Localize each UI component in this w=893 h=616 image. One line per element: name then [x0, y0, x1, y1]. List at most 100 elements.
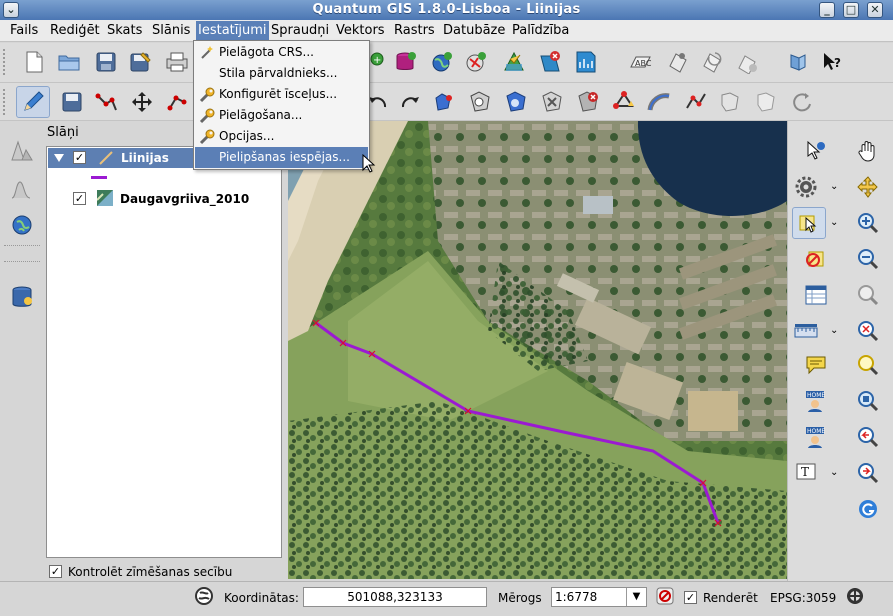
offset-curve-icon[interactable]: [646, 88, 674, 116]
zoom-native-icon[interactable]: [854, 387, 882, 415]
reshape-features-icon[interactable]: [610, 88, 638, 116]
coordinates-field[interactable]: 501088,323133: [303, 587, 487, 607]
scale-combobox[interactable]: 1:6778 ▼: [551, 587, 647, 607]
add-wfs-icon[interactable]: [462, 48, 490, 76]
merge-attributes-icon[interactable]: [752, 88, 780, 116]
zoom-in-icon[interactable]: [854, 209, 882, 237]
map-tips-icon[interactable]: [802, 351, 830, 379]
crs-label[interactable]: EPSG:3059: [770, 591, 836, 605]
menu-help[interactable]: Palīdzība: [512, 23, 569, 38]
crs-status-icon[interactable]: [843, 584, 867, 608]
magic-wand-icon: [201, 46, 213, 59]
rotate-point-symbols-icon[interactable]: [788, 88, 816, 116]
remove-layer-icon[interactable]: [536, 48, 564, 76]
identify-raster-icon[interactable]: [8, 137, 36, 165]
add-part-icon[interactable]: [502, 88, 530, 116]
attribute-table-icon[interactable]: [802, 281, 830, 309]
menu-item-style-manager[interactable]: Stila pārvaldnieks...: [195, 63, 368, 84]
toolbar-grip[interactable]: [3, 49, 7, 75]
maximize-button[interactable]: □: [843, 2, 859, 18]
select-features-icon[interactable]: [792, 207, 826, 239]
show-bookmarks-icon[interactable]: HOME: [802, 423, 830, 451]
chevron-down-icon[interactable]: ▼: [626, 588, 646, 606]
zoom-to-layer-icon[interactable]: [854, 351, 882, 379]
add-wms-icon[interactable]: [428, 48, 456, 76]
menu-vector[interactable]: Vektors: [336, 23, 385, 38]
open-project-icon[interactable]: [55, 48, 83, 76]
chevron-down-icon[interactable]: ⌄: [830, 325, 838, 336]
map-image[interactable]: [288, 121, 787, 579]
menu-item-configure-shortcuts[interactable]: Konfigurēt īsceļus...: [195, 84, 368, 105]
coordinate-toggle-icon[interactable]: [192, 584, 216, 608]
measure-line-icon[interactable]: [792, 317, 820, 345]
chevron-down-icon[interactable]: ⌄: [830, 181, 838, 192]
new-bookmark-icon[interactable]: HOME: [802, 387, 830, 415]
python-console-icon[interactable]: [784, 48, 812, 76]
move-feature-icon[interactable]: [128, 88, 156, 116]
identify-icon[interactable]: [802, 137, 830, 165]
layer-visibility-checkbox[interactable]: ✓: [73, 192, 86, 205]
add-feature-icon[interactable]: [92, 88, 120, 116]
pan-to-selection-icon[interactable]: [854, 173, 882, 201]
menu-item-custom-crs[interactable]: Pielāgota CRS...: [195, 42, 368, 63]
collapse-arrow-icon[interactable]: [54, 154, 64, 162]
toggle-editing-icon[interactable]: [16, 86, 50, 118]
menu-edit[interactable]: Rediģēt: [50, 23, 100, 38]
settings-tool-icon[interactable]: [792, 173, 820, 201]
layer-visibility-checkbox[interactable]: ✓: [73, 151, 86, 164]
move-label-icon[interactable]: [664, 48, 692, 76]
new-project-icon[interactable]: [20, 48, 48, 76]
svg-text:HOME: HOME: [807, 392, 825, 399]
render-checkbox[interactable]: ✓: [684, 591, 697, 604]
menu-view[interactable]: Skats: [107, 23, 142, 38]
deselect-icon[interactable]: [802, 245, 830, 273]
new-gpx-layer-icon[interactable]: [572, 48, 600, 76]
delete-part-icon[interactable]: [574, 88, 602, 116]
split-features-icon[interactable]: [682, 88, 710, 116]
save-as-icon[interactable]: [127, 48, 155, 76]
zoom-next-icon[interactable]: [854, 459, 882, 487]
merge-features-icon[interactable]: [716, 88, 744, 116]
globe-icon[interactable]: [8, 211, 36, 239]
save-project-icon[interactable]: [92, 48, 120, 76]
menu-item-customization[interactable]: Pielāgošana...: [195, 105, 368, 126]
menu-settings[interactable]: Iestatījumi: [196, 21, 269, 40]
render-order-checkbox[interactable]: ✓: [49, 565, 62, 578]
whats-this-icon[interactable]: ?: [818, 48, 846, 76]
chevron-down-icon[interactable]: ⌄: [830, 217, 838, 228]
save-layer-edits-icon[interactable]: [58, 88, 86, 116]
rotate-label-icon[interactable]: [698, 48, 726, 76]
database-icon[interactable]: [8, 283, 36, 311]
histogram-icon[interactable]: [8, 175, 36, 203]
menu-layer[interactable]: Slānis: [152, 23, 190, 38]
menu-item-options[interactable]: Opcijas...: [195, 126, 368, 147]
chevron-down-icon[interactable]: ⌄: [830, 467, 838, 478]
label-tool-icon[interactable]: ABC: [628, 48, 656, 76]
add-ring-icon[interactable]: [466, 88, 494, 116]
menu-file[interactable]: Fails: [10, 23, 38, 38]
menu-item-snapping-options[interactable]: Pielipšanas iespējas...: [195, 147, 368, 168]
refresh-icon[interactable]: [854, 495, 882, 523]
zoom-out-icon[interactable]: [854, 245, 882, 273]
pan-icon[interactable]: [854, 137, 882, 165]
map-canvas[interactable]: [288, 121, 787, 579]
menu-raster[interactable]: Rastrs: [394, 23, 435, 38]
minimize-button[interactable]: _: [819, 2, 835, 18]
toolbar-grip[interactable]: [3, 89, 7, 115]
close-button[interactable]: ✕: [867, 2, 883, 18]
menu-plugins[interactable]: Spraudņi: [271, 23, 329, 38]
node-tool-icon[interactable]: [164, 88, 192, 116]
text-annotation-icon[interactable]: T: [792, 459, 820, 487]
menu-database[interactable]: Datubāze: [443, 23, 505, 38]
zoom-last-icon[interactable]: [854, 423, 882, 451]
print-composer-icon[interactable]: [163, 48, 191, 76]
stop-render-icon[interactable]: [654, 585, 676, 607]
zoom-to-selection-icon[interactable]: [854, 317, 882, 345]
new-spatialite-icon[interactable]: [392, 48, 420, 76]
delete-ring-icon[interactable]: [538, 88, 566, 116]
change-label-icon[interactable]: [733, 48, 761, 76]
simplify-feature-icon[interactable]: [430, 88, 458, 116]
zoom-full-icon[interactable]: [854, 281, 882, 309]
new-vector-layer-icon[interactable]: [500, 48, 528, 76]
redo-icon[interactable]: [396, 88, 424, 116]
